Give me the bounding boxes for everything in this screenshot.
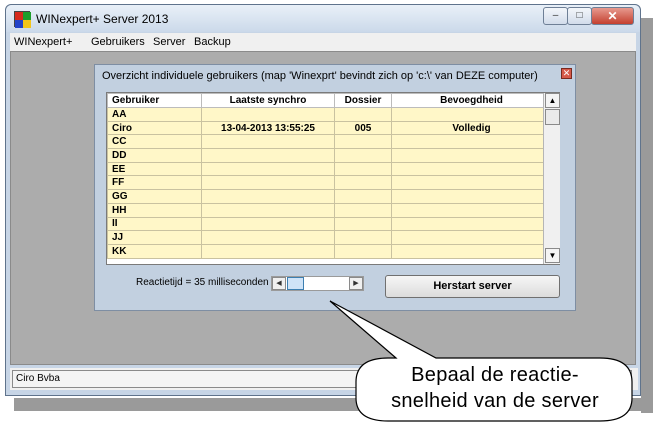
cell-dossier[interactable] bbox=[334, 189, 392, 204]
maximize-button[interactable]: □ bbox=[567, 7, 592, 25]
cell-laatste-synchro[interactable] bbox=[201, 161, 335, 177]
column-header-bevoegdheid[interactable]: Bevoegdheid bbox=[391, 93, 552, 108]
restart-server-button[interactable]: Herstart server bbox=[385, 275, 560, 298]
table-row[interactable]: EE bbox=[107, 161, 552, 177]
cell-gebruiker[interactable]: FF bbox=[107, 175, 202, 191]
users-grid: Gebruiker Laatste synchro Dossier Bevoeg… bbox=[106, 92, 560, 265]
cell-bevoegdheid[interactable] bbox=[391, 107, 552, 122]
table-row[interactable]: CC bbox=[107, 134, 552, 150]
table-row[interactable]: FF bbox=[107, 175, 552, 191]
menu-winexpert[interactable]: WINexpert+ bbox=[14, 36, 72, 48]
cell-dossier[interactable] bbox=[334, 175, 392, 191]
table-row[interactable]: GG bbox=[107, 189, 552, 204]
table-row[interactable]: Ciro 13-04-2013 13:55:25 005 Volledig bbox=[107, 120, 552, 136]
cell-dossier[interactable] bbox=[334, 230, 392, 245]
menu-server[interactable]: Server bbox=[153, 36, 185, 48]
cell-dossier[interactable] bbox=[334, 148, 392, 163]
cell-laatste-synchro[interactable] bbox=[201, 107, 335, 122]
response-time-slider[interactable]: ◀ ▶ bbox=[271, 276, 364, 291]
slider-left-icon[interactable]: ◀ bbox=[272, 277, 286, 290]
cell-dossier[interactable] bbox=[334, 161, 392, 177]
cell-bevoegdheid[interactable] bbox=[391, 243, 552, 259]
menu-gebruikers[interactable]: Gebruikers bbox=[91, 36, 145, 48]
callout-text: Bepaal de reactie- snelheid van de serve… bbox=[357, 362, 633, 414]
cell-laatste-synchro[interactable] bbox=[201, 148, 335, 163]
cell-dossier[interactable] bbox=[334, 202, 392, 218]
cell-gebruiker[interactable]: GG bbox=[107, 189, 202, 204]
slider-right-icon[interactable]: ▶ bbox=[349, 277, 363, 290]
users-overview-panel: Overzicht individuele gebruikers (map 'W… bbox=[94, 64, 576, 311]
cell-gebruiker[interactable]: II bbox=[107, 216, 202, 232]
cell-gebruiker[interactable]: EE bbox=[107, 161, 202, 177]
users-table-body: AA Ciro 13-04-2013 13:55:25 005 Volledig CC DD… bbox=[107, 107, 552, 259]
scroll-up-icon[interactable]: ▲ bbox=[545, 93, 560, 108]
table-row[interactable]: KK bbox=[107, 243, 552, 259]
cell-bevoegdheid[interactable] bbox=[391, 202, 552, 218]
cell-bevoegdheid[interactable] bbox=[391, 189, 552, 204]
callout-line-2: snelheid van de server bbox=[391, 390, 599, 412]
menu-bar: WINexpert+ Gebruikers Server Backup bbox=[10, 33, 636, 51]
column-header-dossier[interactable]: Dossier bbox=[334, 93, 392, 108]
cell-gebruiker[interactable]: DD bbox=[107, 148, 202, 163]
cell-bevoegdheid[interactable] bbox=[391, 216, 552, 232]
table-row[interactable]: II bbox=[107, 216, 552, 232]
table-header-row: Gebruiker Laatste synchro Dossier Bevoeg… bbox=[107, 93, 552, 108]
cell-gebruiker[interactable]: CC bbox=[107, 134, 202, 150]
cell-bevoegdheid[interactable] bbox=[391, 161, 552, 177]
table-row[interactable]: JJ bbox=[107, 230, 552, 245]
slider-thumb[interactable] bbox=[287, 277, 304, 290]
table-row[interactable]: AA bbox=[107, 107, 552, 122]
cell-laatste-synchro[interactable] bbox=[201, 134, 335, 150]
cell-bevoegdheid[interactable] bbox=[391, 148, 552, 163]
cell-dossier[interactable] bbox=[334, 216, 392, 232]
cell-laatste-synchro[interactable] bbox=[201, 230, 335, 245]
response-time-label: Reactietijd = 35 milliseconden bbox=[136, 277, 269, 288]
cell-laatste-synchro[interactable] bbox=[201, 243, 335, 259]
menu-backup[interactable]: Backup bbox=[194, 36, 231, 48]
column-header-laatste-synchro[interactable]: Laatste synchro bbox=[201, 93, 335, 108]
title-bar[interactable]: WINexpert+ Server 2013 – □ ✕ bbox=[6, 5, 640, 32]
cell-dossier[interactable] bbox=[334, 134, 392, 150]
cell-dossier[interactable] bbox=[334, 107, 392, 122]
users-table: Gebruiker Laatste synchro Dossier Bevoeg… bbox=[107, 93, 552, 259]
scroll-thumb[interactable] bbox=[545, 109, 560, 125]
panel-title: Overzicht individuele gebruikers (map 'W… bbox=[102, 70, 538, 82]
cell-laatste-synchro[interactable] bbox=[201, 202, 335, 218]
cell-bevoegdheid[interactable] bbox=[391, 230, 552, 245]
users-grid-vertical-scrollbar[interactable]: ▲ ▼ bbox=[543, 93, 560, 264]
app-window: WINexpert+ Server 2013 – □ ✕ WINexpert+ … bbox=[5, 4, 641, 396]
panel-close-icon[interactable]: ✕ bbox=[561, 68, 572, 79]
cell-bevoegdheid[interactable]: Volledig bbox=[391, 120, 552, 136]
app-icon[interactable] bbox=[14, 11, 31, 28]
cell-laatste-synchro[interactable] bbox=[201, 189, 335, 204]
window-shadow-right bbox=[641, 18, 653, 413]
cell-gebruiker[interactable]: JJ bbox=[107, 230, 202, 245]
scroll-down-icon[interactable]: ▼ bbox=[545, 248, 560, 263]
cell-laatste-synchro[interactable] bbox=[201, 216, 335, 232]
cell-gebruiker[interactable]: AA bbox=[107, 107, 202, 122]
cell-laatste-synchro[interactable]: 13-04-2013 13:55:25 bbox=[201, 120, 335, 136]
cell-dossier[interactable]: 005 bbox=[334, 120, 392, 136]
window-title: WINexpert+ Server 2013 bbox=[36, 12, 169, 26]
cell-gebruiker[interactable]: HH bbox=[107, 202, 202, 218]
cell-gebruiker[interactable]: Ciro bbox=[107, 120, 202, 136]
close-button[interactable]: ✕ bbox=[591, 7, 634, 25]
cell-laatste-synchro[interactable] bbox=[201, 175, 335, 191]
column-header-gebruiker[interactable]: Gebruiker bbox=[107, 93, 202, 108]
cell-bevoegdheid[interactable] bbox=[391, 175, 552, 191]
cell-dossier[interactable] bbox=[334, 243, 392, 259]
callout-line-1: Bepaal de reactie- bbox=[411, 364, 579, 386]
minimize-button[interactable]: – bbox=[543, 7, 568, 25]
cell-bevoegdheid[interactable] bbox=[391, 134, 552, 150]
cell-gebruiker[interactable]: KK bbox=[107, 243, 202, 259]
table-row[interactable]: DD bbox=[107, 148, 552, 163]
table-row[interactable]: HH bbox=[107, 202, 552, 218]
